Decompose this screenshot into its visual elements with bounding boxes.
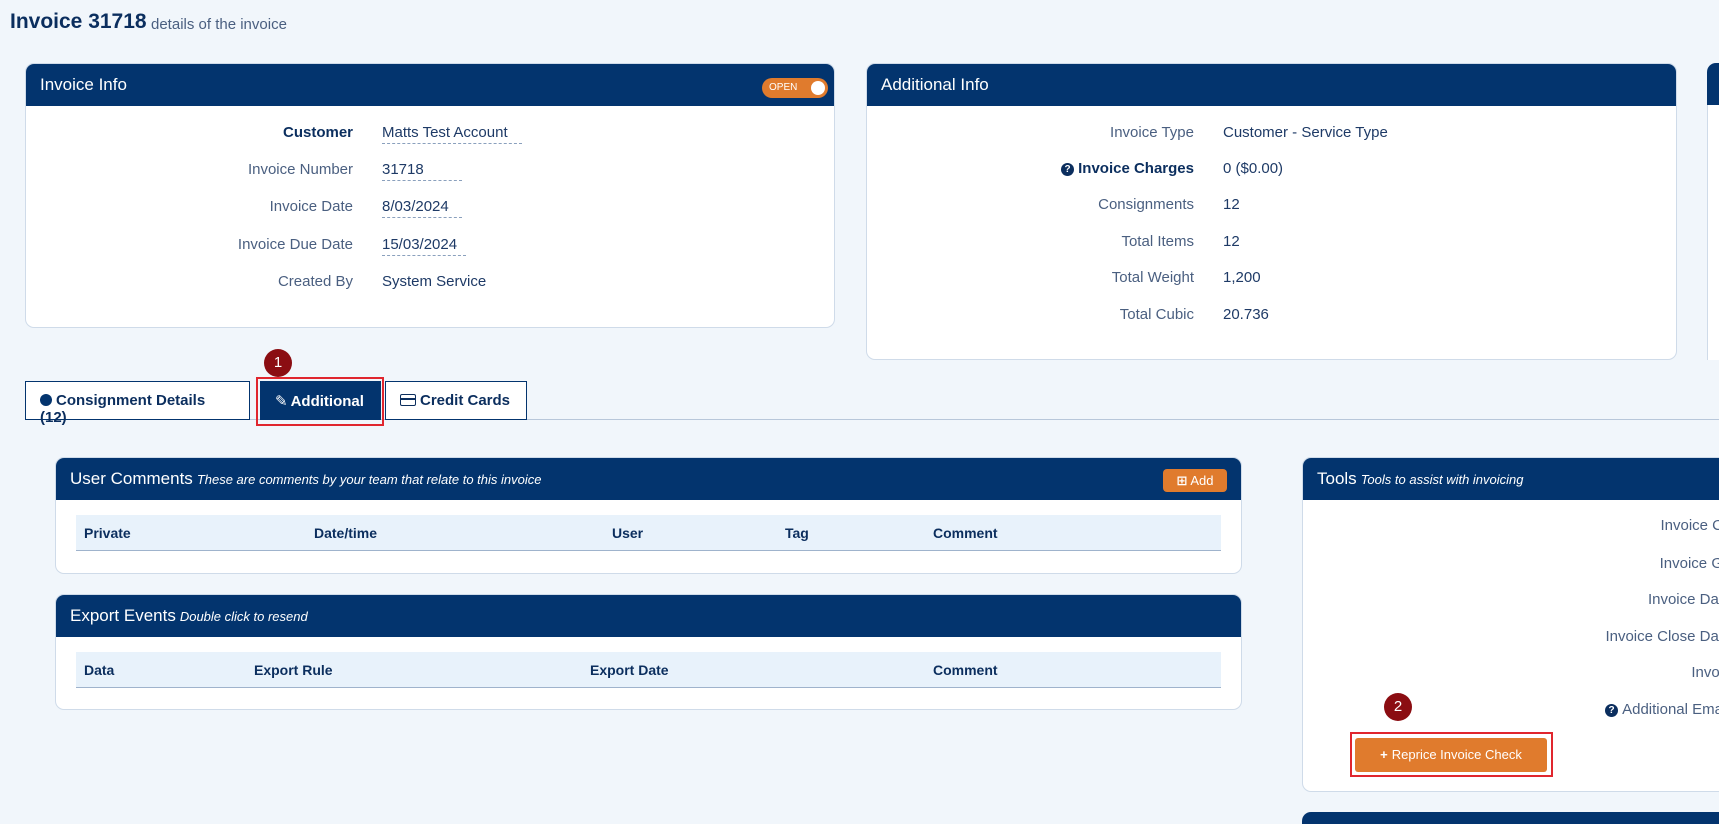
help-icon[interactable]: ? bbox=[1061, 163, 1075, 176]
third-panel-edge bbox=[1707, 63, 1719, 105]
invoice-type-value: Customer - Service Type bbox=[1223, 124, 1388, 141]
user-comments-panel: User Comments These are comments by your … bbox=[55, 457, 1242, 574]
created-by-label: Created By bbox=[277, 273, 353, 290]
additional-info-panel: Additional Info Invoice Type Customer - … bbox=[866, 63, 1677, 360]
invoice-status-toggle[interactable]: OPEN bbox=[762, 78, 828, 98]
user-comments-title: User Comments These are comments by your … bbox=[70, 469, 542, 488]
invoice-info-panel: Invoice Info OPEN Customer Matts Test Ac… bbox=[25, 63, 835, 328]
tools-row-invoi: Invoi bbox=[1691, 664, 1719, 681]
invoice-number-field[interactable]: 31718 bbox=[382, 161, 462, 181]
tools-row-invoice-date: Invoice Dat bbox=[1647, 591, 1719, 608]
tab-credit-cards[interactable]: Credit Cards bbox=[385, 381, 527, 420]
invoice-charges-label: ? Invoice Charges bbox=[867, 160, 1194, 177]
tab-additional-highlight bbox=[256, 377, 384, 426]
customer-link[interactable]: Matts Test Account bbox=[382, 124, 522, 144]
export-events-table-header: Data Export Rule Export Date Comment bbox=[76, 652, 1221, 688]
tools-row-invoice-g: Invoice G bbox=[1659, 555, 1719, 572]
tools-header: Tools Tools to assist with invoicing bbox=[1303, 458, 1719, 500]
col-export-comment[interactable]: Comment bbox=[933, 662, 998, 678]
invoice-number-label: Invoice Number bbox=[247, 161, 353, 178]
toggle-label: OPEN bbox=[769, 82, 798, 93]
col-data[interactable]: Data bbox=[84, 662, 114, 678]
customer-label: Customer bbox=[282, 124, 353, 141]
reprice-button-highlight bbox=[1350, 732, 1553, 777]
additional-info-header: Additional Info bbox=[867, 64, 1676, 106]
circle-icon bbox=[40, 394, 52, 406]
step-badge-1: 1 bbox=[264, 349, 292, 377]
created-by-value: System Service bbox=[382, 273, 487, 290]
total-items-label: Total Items bbox=[1121, 233, 1194, 250]
export-events-header: Export Events Double click to resend bbox=[56, 595, 1241, 637]
total-items-value: 12 bbox=[1223, 233, 1240, 250]
total-weight-value: 1,200 bbox=[1223, 269, 1261, 286]
col-private[interactable]: Private bbox=[84, 525, 131, 541]
add-comment-button[interactable]: ⊞ Add bbox=[1163, 469, 1227, 492]
tools-row-invoice-close-date: Invoice Close Dat bbox=[1605, 628, 1719, 645]
total-cubic-label: Total Cubic bbox=[1119, 306, 1194, 323]
user-comments-table-header: Private Date/time User Tag Comment bbox=[76, 515, 1221, 551]
additional-info-title: Additional Info bbox=[881, 75, 989, 94]
col-export-rule[interactable]: Export Rule bbox=[254, 662, 333, 678]
page-title: Invoice 31718 bbox=[10, 10, 147, 33]
col-export-date[interactable]: Export Date bbox=[590, 662, 669, 678]
export-events-title: Export Events Double click to resend bbox=[70, 606, 308, 625]
invoice-info-header: Invoice Info OPEN bbox=[26, 64, 834, 106]
invoice-due-date-label: Invoice Due Date bbox=[237, 236, 353, 253]
step-badge-2: 2 bbox=[1384, 693, 1412, 721]
col-user[interactable]: User bbox=[612, 525, 643, 541]
next-panel-edge bbox=[1302, 812, 1719, 824]
page-subtitle: details of the invoice bbox=[151, 16, 287, 33]
total-weight-label: Total Weight bbox=[1111, 269, 1194, 286]
invoice-date-field[interactable]: 8/03/2024 bbox=[382, 198, 462, 218]
help-icon[interactable]: ? bbox=[1605, 704, 1619, 717]
export-events-panel: Export Events Double click to resend Data… bbox=[55, 594, 1242, 710]
plus-square-icon: ⊞ bbox=[1176, 473, 1188, 488]
tools-row-additional-email: ? Additional Ema bbox=[1303, 701, 1719, 718]
total-cubic-value: 20.736 bbox=[1223, 306, 1269, 323]
invoice-date-label: Invoice Date bbox=[269, 198, 353, 215]
col-tag[interactable]: Tag bbox=[785, 525, 809, 541]
third-panel-edge-body bbox=[1707, 105, 1719, 360]
toggle-knob bbox=[811, 81, 825, 95]
invoice-info-title: Invoice Info bbox=[40, 75, 127, 94]
col-datetime[interactable]: Date/time bbox=[314, 525, 377, 541]
tools-title: Tools Tools to assist with invoicing bbox=[1317, 469, 1524, 488]
invoice-type-label: Invoice Type bbox=[1110, 124, 1194, 141]
user-comments-header: User Comments These are comments by your … bbox=[56, 458, 1241, 500]
consignments-label: Consignments bbox=[1098, 196, 1194, 213]
invoice-due-date-field[interactable]: 15/03/2024 bbox=[382, 236, 466, 256]
invoice-charges-value: 0 ($0.00) bbox=[1223, 160, 1284, 177]
credit-card-icon bbox=[400, 394, 416, 406]
consignments-value: 12 bbox=[1223, 196, 1240, 213]
tab-consignment-details[interactable]: Consignment Details (12) bbox=[25, 381, 250, 426]
col-comment[interactable]: Comment bbox=[933, 525, 998, 541]
tools-row-invoice-c: Invoice C bbox=[1660, 517, 1719, 534]
